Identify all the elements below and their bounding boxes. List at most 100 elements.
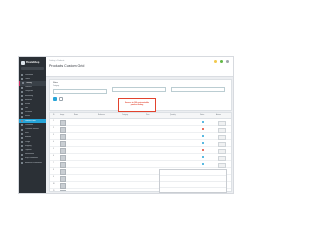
menu-icon [21, 99, 23, 102]
product-thumbnail[interactable] [60, 190, 66, 191]
filter-radio[interactable] [59, 97, 63, 101]
column-header[interactable]: Image [60, 115, 64, 116]
cell-id: 3 [53, 135, 54, 136]
status-icon[interactable] [202, 120, 205, 124]
status-icon[interactable] [202, 141, 205, 145]
row-actions-button[interactable] [218, 127, 226, 133]
column-header[interactable]: ID [53, 115, 55, 116]
page-title: Products Custom Grid [49, 64, 85, 68]
popup-row[interactable] [160, 188, 226, 193]
sidebar-item-label: Orders [24, 77, 31, 80]
cell-id: 7 [53, 163, 54, 164]
cell-id: 6 [53, 156, 54, 157]
status-icon[interactable] [202, 155, 205, 159]
column-header[interactable]: Reference [98, 115, 105, 116]
column-header[interactable]: Status [200, 115, 204, 116]
menu-icon [21, 136, 23, 139]
filter-input[interactable] [53, 89, 107, 94]
menu-icon [22, 82, 24, 85]
table-row[interactable]: 3 [50, 133, 231, 140]
cell-id: 5 [53, 149, 54, 150]
filter-radio[interactable] [53, 97, 57, 101]
menu-icon [21, 90, 23, 93]
logo-icon [21, 60, 25, 65]
menu-icon [21, 107, 23, 110]
app-window: PrestaShop Dashboard Orders Catalog Product… [18, 56, 234, 194]
menu-icon [21, 145, 23, 148]
sidebar-item-label: Modules [24, 136, 32, 139]
table-row[interactable]: 1 [50, 119, 231, 126]
status-icon[interactable] [202, 148, 205, 152]
page-header: Catalog > Products Products Custom Grid [46, 57, 233, 77]
menu-icon [21, 162, 23, 165]
promo-notice: Access to 100 customizable product listi… [118, 98, 156, 112]
row-actions-button[interactable] [218, 148, 226, 154]
column-header[interactable]: Actions [216, 115, 221, 116]
promo-notice-line2: product listing [130, 104, 144, 107]
row-actions-button[interactable] [218, 155, 226, 161]
sidebar-search-input[interactable] [21, 67, 44, 70]
menu-icon [21, 153, 23, 156]
menu-icon [21, 141, 23, 144]
sidebar-item-label: Stocks [24, 115, 30, 118]
notification-icon[interactable] [214, 60, 217, 63]
table-row[interactable]: 2 [50, 126, 231, 133]
filter-input[interactable] [171, 87, 225, 92]
row-actions-button[interactable] [218, 141, 226, 147]
filters-title: Filters [53, 82, 58, 84]
status-icon[interactable] [202, 127, 205, 131]
table-row[interactable]: 5 [50, 147, 231, 154]
cell-id: 4 [53, 142, 54, 143]
column-header[interactable]: Price [146, 115, 149, 116]
status-icon[interactable] [202, 162, 205, 166]
menu-icon [21, 124, 23, 127]
sidebar-item-label: Brands [24, 102, 31, 105]
table-row[interactable]: 6 [50, 154, 231, 161]
sidebar-item-label: Shipping [24, 144, 32, 147]
sidebar-menu: Dashboard Orders Catalog Products Categories… [19, 73, 46, 165]
menu-icon [21, 132, 23, 135]
filter-category: Category [53, 86, 107, 94]
sidebar-item-label: Monitoring [24, 94, 33, 97]
cell-id: 8 [53, 170, 54, 171]
table-row[interactable]: 4 [50, 140, 231, 147]
column-header[interactable]: Name [74, 115, 78, 116]
menu-icon [21, 78, 23, 81]
sidebar-item-label: Categories [24, 90, 34, 93]
filter-2 [112, 86, 166, 92]
menu-icon [21, 95, 23, 98]
row-actions-button[interactable] [218, 134, 226, 140]
cell-id: 11 [53, 191, 55, 192]
column-header[interactable]: Category [122, 115, 128, 116]
sidebar-item-label: Dashboard [24, 73, 34, 76]
menu-icon [21, 111, 23, 114]
row-actions-button[interactable] [218, 162, 226, 168]
column-header[interactable]: Quantity [170, 115, 176, 116]
menu-icon [21, 128, 23, 131]
sidebar-item[interactable]: Advanced Parameters [19, 161, 46, 165]
sidebar-item-label: Products Grid [24, 119, 36, 122]
menu-icon [21, 149, 23, 152]
menu-icon [21, 103, 23, 106]
filter-label: Category [53, 86, 60, 87]
sidebar-item-label: Customer Service [24, 128, 39, 131]
sidebar-item-label: International [24, 153, 35, 156]
table-row[interactable]: 7 [50, 161, 231, 168]
user-icon[interactable] [226, 60, 229, 63]
cell-id: 10 [53, 184, 55, 185]
sidebar-item-label: Stats [24, 132, 29, 135]
sidebar-item-label: Design [24, 140, 31, 143]
filter-3 [171, 86, 225, 92]
menu-icon [21, 157, 23, 160]
logo: PrestaShop [21, 60, 39, 65]
menu-icon [21, 120, 23, 123]
breadcrumb[interactable]: Catalog > Products [49, 60, 64, 62]
shop-icon[interactable] [220, 60, 223, 63]
sidebar-item-label: Attributes [24, 98, 33, 101]
logo-text: PrestaShop [26, 60, 40, 64]
filter-options [53, 97, 63, 101]
row-actions-button[interactable] [218, 120, 226, 126]
filter-input[interactable] [112, 87, 166, 92]
status-icon[interactable] [202, 134, 205, 138]
cell-id: 9 [53, 177, 54, 178]
